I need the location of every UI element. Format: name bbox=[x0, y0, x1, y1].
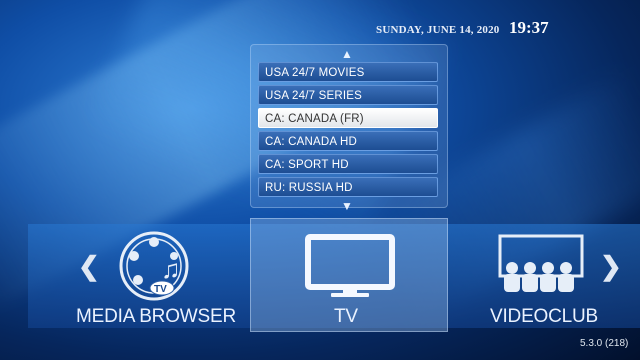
cinema-audience-icon[interactable] bbox=[498, 234, 584, 298]
menu-item-media-browser[interactable]: MEDIA BROWSER bbox=[76, 306, 236, 328]
channel-item[interactable]: CA: CANADA HD bbox=[258, 131, 438, 151]
clock-display: 19:37 bbox=[509, 18, 549, 37]
menu-item-videoclub[interactable]: VIDEOCLUB bbox=[490, 306, 598, 328]
version-label: 5.3.0 (218) bbox=[580, 338, 629, 349]
svg-text:TV: TV bbox=[154, 284, 167, 295]
chevron-down-icon[interactable]: ▼ bbox=[337, 200, 357, 212]
svg-text:♫: ♫ bbox=[161, 255, 181, 284]
chevron-up-icon[interactable]: ▲ bbox=[337, 48, 357, 60]
chevron-left-icon[interactable]: ❮ bbox=[78, 253, 100, 279]
chevron-right-icon[interactable]: ❯ bbox=[600, 253, 622, 279]
channel-item-selected[interactable]: CA: CANADA (FR) bbox=[258, 108, 438, 128]
menu-item-tv[interactable]: TV bbox=[334, 306, 358, 328]
film-reel-icon[interactable]: ♫ TV bbox=[118, 230, 190, 302]
channel-list: USA 24/7 MOVIES USA 24/7 SERIES CA: CANA… bbox=[258, 62, 438, 200]
channel-item[interactable]: USA 24/7 SERIES bbox=[258, 85, 438, 105]
channel-item[interactable]: CA: SPORT HD bbox=[258, 154, 438, 174]
date-display: SUNDAY, JUNE 14, 2020 bbox=[376, 24, 500, 36]
channel-item[interactable]: USA 24/7 MOVIES bbox=[258, 62, 438, 82]
channel-item[interactable]: RU: RUSSIA HD bbox=[258, 177, 438, 197]
tv-monitor-icon[interactable] bbox=[305, 234, 395, 298]
